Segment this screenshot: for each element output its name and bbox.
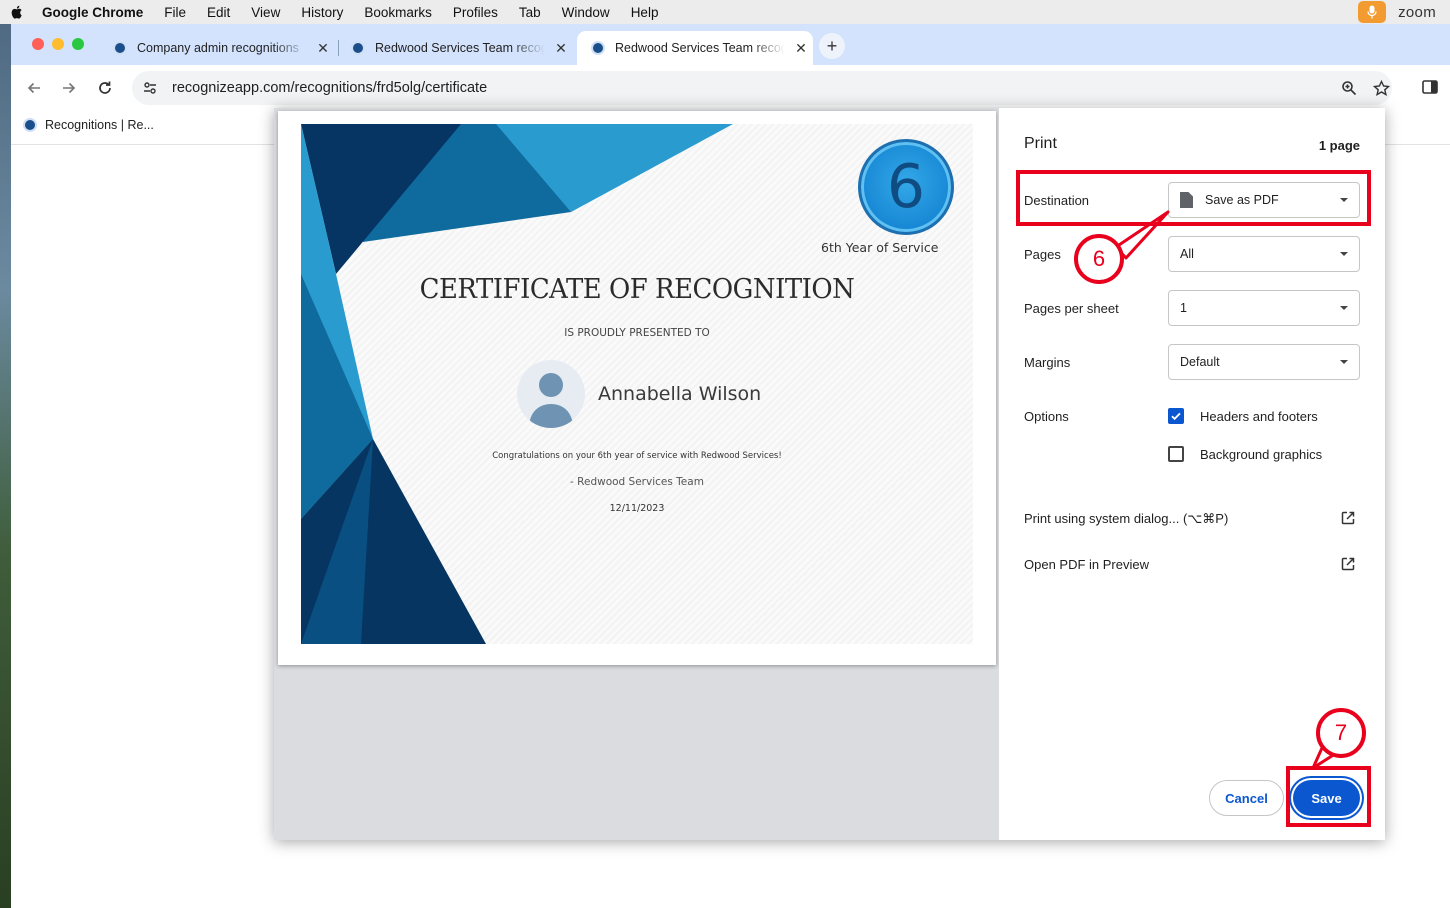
highlight-save <box>1286 766 1371 827</box>
step-callout-6: 6 <box>1074 234 1124 284</box>
annotation-pointers <box>1114 210 1340 770</box>
highlight-destination <box>1016 170 1371 226</box>
step-callout-7: 7 <box>1316 708 1366 758</box>
